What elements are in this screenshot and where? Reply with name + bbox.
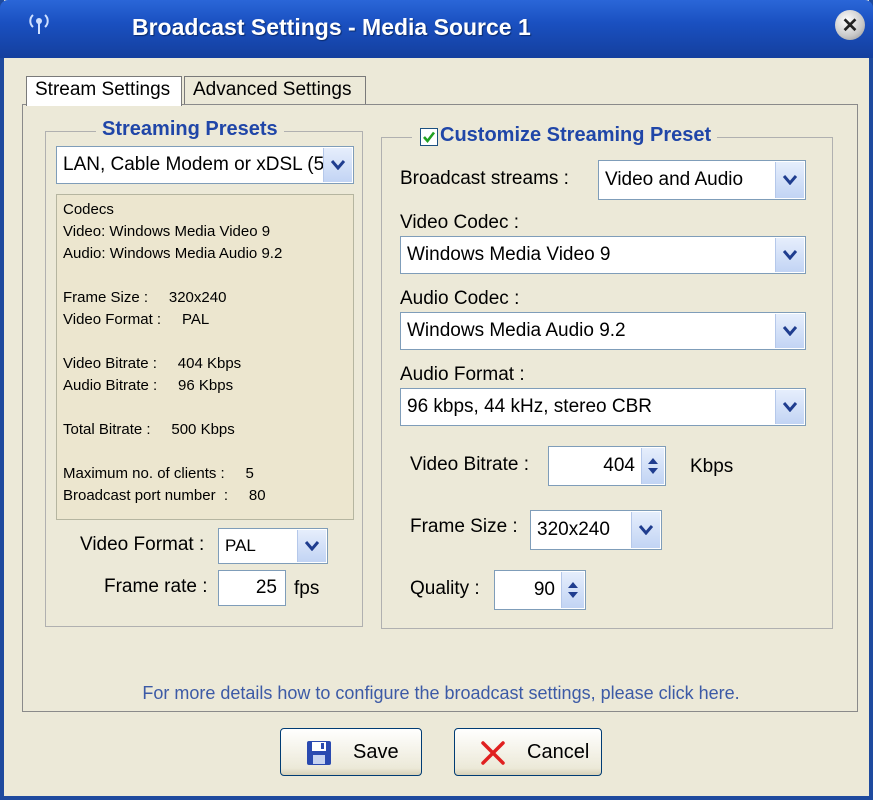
audio-format-value: 96 kbps, 44 kHz, stereo CBR [407, 396, 652, 417]
audio-format-select[interactable]: 96 kbps, 44 kHz, stereo CBR [400, 388, 806, 426]
info-line: Audio Bitrate : 96 Kbps [63, 377, 234, 394]
info-line: Codecs [63, 201, 114, 218]
video-codec-select[interactable]: Windows Media Video 9 [400, 236, 806, 274]
chevron-down-icon[interactable] [775, 162, 804, 198]
info-line [63, 397, 347, 419]
spin-up-icon[interactable] [567, 581, 579, 589]
title-bar[interactable]: Broadcast Settings - Media Source 1 ✕ [0, 0, 873, 58]
chevron-down-icon[interactable] [775, 238, 804, 272]
streaming-presets-title: Streaming Presets [96, 118, 284, 141]
info-line [63, 441, 347, 463]
video-format-value: PAL [225, 536, 256, 555]
chevron-down-icon[interactable] [297, 530, 326, 562]
frame-rate-label: Frame rate : [104, 576, 208, 597]
quality-stepper[interactable]: 90 [494, 570, 586, 610]
broadcast-streams-label: Broadcast streams : [400, 168, 569, 189]
close-icon: ✕ [841, 14, 859, 37]
info-line: Video: Windows Media Video 9 [63, 223, 271, 240]
frame-size-select[interactable]: 320x240 [530, 510, 662, 550]
video-bitrate-unit: Kbps [690, 456, 734, 477]
spin-down-icon[interactable] [567, 591, 579, 599]
broadcast-antenna-icon [29, 14, 49, 34]
audio-codec-label: Audio Codec : [400, 288, 520, 309]
chevron-down-icon[interactable] [775, 390, 804, 424]
broadcast-settings-window: Broadcast Settings - Media Source 1 ✕ St… [0, 0, 873, 800]
video-codec-label: Video Codec : [400, 212, 520, 233]
video-format-label: Video Format : [80, 534, 205, 555]
info-line [63, 331, 347, 353]
cancel-button[interactable]: Cancel [454, 728, 602, 776]
audio-codec-value: Windows Media Audio 9.2 [407, 320, 626, 341]
help-link[interactable]: For more details how to configure the br… [23, 683, 859, 704]
preset-info-box: Codecs Video: Windows Media Video 9 Audi… [56, 194, 354, 520]
frame-rate-input[interactable]: 25 [218, 570, 286, 606]
stream-settings-panel: Streaming Presets LAN, Cable Modem or xD… [22, 104, 858, 712]
info-line: Audio: Windows Media Audio 9.2 [63, 245, 283, 262]
broadcast-streams-value: Video and Audio [605, 169, 744, 190]
frame-rate-unit: fps [294, 578, 320, 599]
frame-size-label: Frame Size : [410, 516, 518, 537]
cancel-button-label: Cancel [527, 740, 590, 763]
video-format-select[interactable]: PAL [218, 528, 328, 564]
info-line [63, 265, 347, 287]
customize-preset-title: Customize Streaming Preset [412, 124, 718, 147]
tab-stream-settings[interactable]: Stream Settings [26, 76, 182, 106]
info-line: Frame Size : 320x240 [63, 289, 227, 306]
spinner[interactable] [641, 448, 664, 484]
floppy-disk-icon [307, 741, 331, 765]
chevron-down-icon[interactable] [323, 148, 352, 182]
window-title: Broadcast Settings - Media Source 1 [132, 14, 531, 40]
info-line: Video Format : PAL [63, 311, 210, 328]
info-line: Video Bitrate : 404 Kbps [63, 355, 242, 372]
tab-advanced-settings[interactable]: Advanced Settings [184, 76, 366, 104]
audio-format-label: Audio Format : [400, 364, 525, 385]
broadcast-streams-select[interactable]: Video and Audio [598, 160, 806, 200]
save-button-label: Save [353, 740, 399, 763]
chevron-down-icon[interactable] [631, 512, 660, 548]
close-button[interactable]: ✕ [835, 10, 865, 40]
spin-up-icon[interactable] [647, 457, 659, 465]
video-bitrate-label: Video Bitrate : [410, 454, 530, 475]
frame-size-value: 320x240 [537, 519, 610, 540]
video-bitrate-value: 404 [603, 455, 635, 476]
spin-down-icon[interactable] [647, 467, 659, 475]
quality-label: Quality : [410, 578, 480, 599]
cancel-x-icon [481, 741, 505, 765]
customize-preset-checkbox[interactable] [420, 128, 438, 146]
video-bitrate-stepper[interactable]: 404 [548, 446, 666, 486]
frame-rate-value: 25 [255, 577, 277, 598]
info-line: Broadcast port number : 80 [63, 487, 266, 504]
preset-select-value: LAN, Cable Modem or xDSL (5 [63, 154, 325, 175]
preset-select[interactable]: LAN, Cable Modem or xDSL (5 [56, 146, 354, 184]
info-line: Total Bitrate : 500 Kbps [63, 421, 235, 438]
video-codec-value: Windows Media Video 9 [407, 244, 611, 265]
dialog-content: Stream Settings Advanced Settings Stream… [4, 58, 869, 796]
checkmark-icon [423, 131, 436, 144]
spinner[interactable] [561, 572, 584, 608]
audio-codec-select[interactable]: Windows Media Audio 9.2 [400, 312, 806, 350]
customize-preset-group: Customize Streaming Preset Broadcast str… [381, 124, 833, 629]
info-line: Maximum no. of clients : 5 [63, 465, 254, 482]
save-button[interactable]: Save [280, 728, 422, 776]
quality-value: 90 [533, 579, 555, 600]
chevron-down-icon[interactable] [775, 314, 804, 348]
streaming-presets-group: Streaming Presets LAN, Cable Modem or xD… [45, 118, 363, 627]
